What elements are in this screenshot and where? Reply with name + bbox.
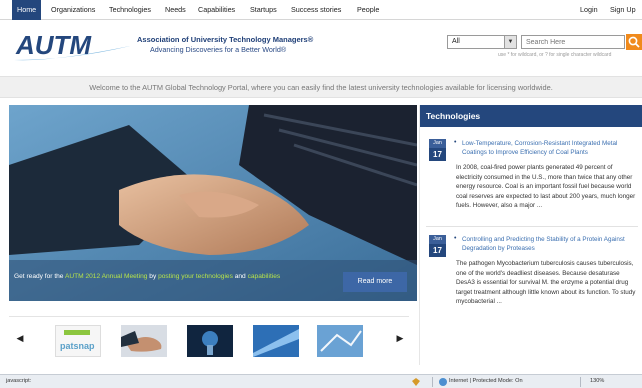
news-summary: The pathogen Mycobacterium tuberculosis … xyxy=(456,260,636,305)
date-badge: Jan 17 xyxy=(429,235,446,257)
nav-startups[interactable]: Startups xyxy=(250,0,277,20)
technologies-sidebar: Technologies Jan 17 • Low-Temperature, C… xyxy=(419,105,642,365)
search-button[interactable] xyxy=(626,34,642,50)
capabilities-link[interactable]: capabilities xyxy=(248,273,281,280)
caption-and: and xyxy=(234,273,246,280)
thumbnail-label: patsnap xyxy=(60,341,95,351)
security-icon[interactable] xyxy=(412,378,420,386)
org-tagline: Advancing Discoveries for a Better World… xyxy=(150,45,287,54)
signup-link[interactable]: Sign Up xyxy=(610,0,636,20)
posting-technologies-link[interactable]: posting your technologies xyxy=(158,273,233,280)
nav-home[interactable]: Home xyxy=(12,0,42,20)
news-title-link[interactable]: Low-Temperature, Corrosion-Resistant Int… xyxy=(462,139,640,157)
search-scope-select[interactable]: All ▼ xyxy=(447,35,517,49)
browser-status-bar: javascript: Internet | Protected Mode: O… xyxy=(0,374,642,388)
nav-people[interactable]: People xyxy=(357,0,379,20)
annual-meeting-link[interactable]: AUTM 2012 Annual Meeting xyxy=(65,273,147,280)
globe-thumb-image xyxy=(202,331,218,355)
news-item: Jan 17 • Controlling and Predicting the … xyxy=(420,235,642,335)
search-input[interactable] xyxy=(521,35,625,49)
search-hint: use * for wildcard, or ? for single char… xyxy=(498,52,612,58)
browser-page: Home Organizations Technologies Needs Ca… xyxy=(0,0,642,388)
status-text: javascript: xyxy=(6,378,32,384)
welcome-banner: Welcome to the AUTM Global Technology Po… xyxy=(0,76,642,98)
bullet-icon: • xyxy=(454,139,457,146)
date-day: 17 xyxy=(433,246,442,255)
site-header: AUTM Association of University Technolog… xyxy=(0,20,642,76)
autm-logo[interactable]: AUTM xyxy=(12,26,132,66)
search-icon xyxy=(628,36,640,48)
caption-mid: by xyxy=(149,273,157,280)
thumbnail-abstract[interactable] xyxy=(253,325,299,357)
status-separator xyxy=(432,377,433,387)
date-day: 17 xyxy=(433,150,442,159)
hero-slideshow[interactable]: Get ready for the AUTM 2012 Annual Meeti… xyxy=(9,105,417,301)
top-nav: Home Organizations Technologies Needs Ca… xyxy=(0,0,642,20)
nav-success-stories[interactable]: Success stories xyxy=(291,0,341,20)
nav-needs[interactable]: Needs xyxy=(165,0,186,20)
thumbnail-globe[interactable] xyxy=(187,325,233,357)
logo-text: AUTM xyxy=(15,30,92,60)
prev-arrow-icon[interactable]: ◀ xyxy=(15,331,25,345)
divider xyxy=(426,226,638,227)
hero-caption: Get ready for the AUTM 2012 Annual Meeti… xyxy=(14,273,280,280)
news-title-link[interactable]: Controlling and Predicting the Stability… xyxy=(462,235,640,253)
login-link[interactable]: Login xyxy=(580,0,598,20)
nav-technologies[interactable]: Technologies xyxy=(109,0,151,20)
caption-prefix: Get ready for the xyxy=(14,273,64,280)
thumbnail-strip: ◀ patsnap ▶ xyxy=(9,316,409,362)
read-more-button[interactable]: Read more xyxy=(343,272,407,292)
security-zone[interactable]: Internet | Protected Mode: On xyxy=(449,375,523,388)
status-separator xyxy=(580,377,581,387)
zoom-level[interactable]: 130% xyxy=(590,375,604,388)
thumbnail-network[interactable] xyxy=(317,325,363,357)
sidebar-title: Technologies xyxy=(420,105,642,127)
abstract-thumb-image xyxy=(253,329,299,357)
date-month: Jan xyxy=(429,235,446,244)
network-thumb-image xyxy=(320,330,362,352)
nav-organizations[interactable]: Organizations xyxy=(51,0,95,20)
thumbnail-handshake[interactable] xyxy=(121,325,167,357)
news-item: Jan 17 • Low-Temperature, Corrosion-Resi… xyxy=(420,139,642,239)
search-scope-value: All xyxy=(452,38,460,45)
next-arrow-icon[interactable]: ▶ xyxy=(395,331,405,345)
bullet-icon: • xyxy=(454,235,457,242)
chevron-down-icon[interactable]: ▼ xyxy=(504,36,516,48)
internet-zone-icon xyxy=(439,378,447,386)
org-name: Association of University Technology Man… xyxy=(137,35,314,44)
date-badge: Jan 17 xyxy=(429,139,446,161)
handshake-thumb-image xyxy=(121,331,162,352)
thumbnail-patsnap[interactable]: patsnap xyxy=(55,325,101,357)
date-month: Jan xyxy=(429,139,446,148)
nav-capabilities[interactable]: Capabilities xyxy=(198,0,235,20)
news-summary: In 2008, coal-fired power plants generat… xyxy=(456,164,636,209)
patsnap-logo-bar xyxy=(64,330,90,335)
